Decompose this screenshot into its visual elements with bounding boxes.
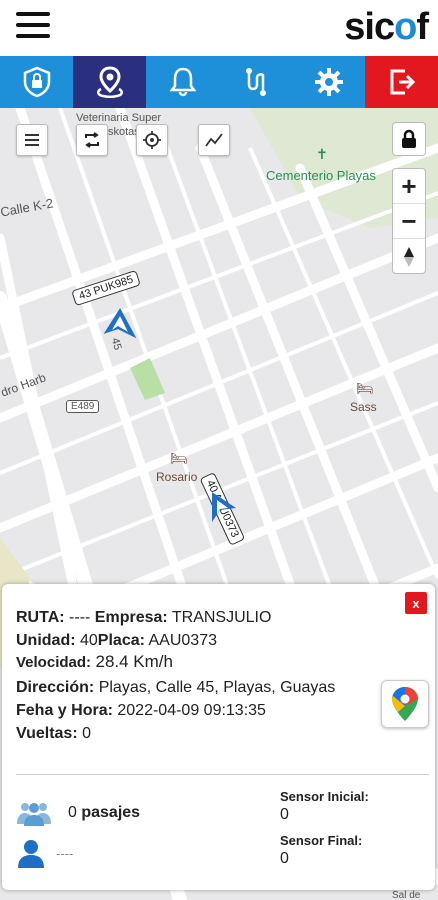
empresa-value: TRANSJULIO xyxy=(171,609,272,626)
direccion-value: Playas, Calle 45, Playas, Guayas xyxy=(98,679,336,696)
pasajes-label: pasajes xyxy=(81,804,141,821)
shield-lock-icon xyxy=(23,66,50,98)
map-label-veterinaria: Veterinaria Super xyxy=(76,112,161,124)
layers-list-button[interactable] xyxy=(16,124,48,156)
divider xyxy=(16,774,429,775)
user-icon xyxy=(18,840,44,868)
list-icon xyxy=(25,134,39,146)
nav-location-button[interactable] xyxy=(73,56,146,108)
sensor-inicial-label: Sensor Inicial: xyxy=(280,789,369,804)
lock-icon xyxy=(402,129,416,148)
route-icon xyxy=(245,68,266,96)
sensor-final-label: Sensor Final: xyxy=(280,833,363,848)
ruta-value: ---- xyxy=(69,609,91,626)
empresa-label: Empresa: xyxy=(94,609,168,626)
open-google-maps-button[interactable] xyxy=(381,680,429,728)
vehicle-arrow-icon[interactable] xyxy=(206,488,240,524)
nav-settings-button[interactable] xyxy=(292,56,365,108)
crosshair-icon xyxy=(143,131,161,149)
compass-icon xyxy=(404,246,414,267)
map-label-cementerio: Cementerio Playas xyxy=(266,168,376,183)
main-nav xyxy=(0,56,438,108)
vehicle-info-panel: x RUTA: ---- Empresa: TRANSJULIO Unidad:… xyxy=(2,584,435,890)
menu-icon[interactable] xyxy=(16,12,50,40)
cemetery-icon: ✝ xyxy=(316,146,328,162)
velocidad-label: Velocidad: xyxy=(16,654,92,671)
zoom-in-button[interactable]: + xyxy=(393,169,425,204)
driver-name: ---- xyxy=(56,845,74,861)
map-label-sass: Sass xyxy=(350,400,377,414)
zoom-out-button[interactable]: − xyxy=(393,204,425,239)
nav-alerts-button[interactable] xyxy=(146,56,219,108)
logout-icon xyxy=(390,69,415,95)
map-label-rosario: Rosario xyxy=(156,470,198,484)
sensor-final-value: 0 xyxy=(280,850,289,867)
hotel-icon: 🛏 xyxy=(356,380,374,396)
pasajes-count: 0 xyxy=(68,804,77,821)
app-header: sicof xyxy=(0,0,438,56)
placa-label: Placa: xyxy=(97,632,145,649)
map-label-salida: Sal de xyxy=(392,890,421,900)
refresh-button[interactable] xyxy=(76,124,108,156)
location-pin-icon xyxy=(96,66,123,98)
google-maps-pin-icon xyxy=(392,687,418,721)
direccion-label: Dirección: xyxy=(16,679,95,696)
map-lock-button[interactable] xyxy=(392,122,426,156)
fecha-label: Feha y Hora: xyxy=(16,702,113,719)
velocidad-value: 28.4 Km/h xyxy=(95,652,173,671)
sicof-logo: sicof xyxy=(344,6,429,48)
ruta-label: RUTA: xyxy=(16,609,65,626)
vueltas-value: 0 xyxy=(82,725,92,742)
gear-icon xyxy=(314,68,343,96)
close-panel-button[interactable]: x xyxy=(405,592,427,614)
hotel-icon: 🛏 xyxy=(170,450,188,466)
vueltas-label: Vueltas: xyxy=(16,725,78,742)
driver-row: ---- xyxy=(16,838,73,868)
repeat-icon xyxy=(85,132,99,148)
route-history-button[interactable] xyxy=(198,124,230,156)
unidad-label: Unidad: xyxy=(16,632,76,649)
nav-security-button[interactable] xyxy=(0,56,73,108)
nav-routes-button[interactable] xyxy=(219,56,292,108)
road-shield-e489: E489 xyxy=(66,400,100,413)
zoom-controls: + − xyxy=(392,168,426,274)
center-location-button[interactable] xyxy=(136,124,168,156)
vehicle-arrow-icon[interactable] xyxy=(102,306,138,340)
compass-button[interactable] xyxy=(393,239,425,274)
group-users-icon xyxy=(17,803,51,826)
placa-value: AAU0373 xyxy=(148,632,218,649)
passengers-row: 0 pasajes xyxy=(16,800,140,826)
line-chart-icon xyxy=(205,133,223,147)
nav-logout-button[interactable] xyxy=(365,56,438,108)
bell-icon xyxy=(169,67,196,97)
vehicle-details: RUTA: ---- Empresa: TRANSJULIO Unidad: 4… xyxy=(16,606,376,745)
fecha-value: 2022-04-09 09:13:35 xyxy=(117,702,266,719)
unidad-value: 40 xyxy=(80,632,98,649)
sensor-inicial-value: 0 xyxy=(280,806,289,823)
